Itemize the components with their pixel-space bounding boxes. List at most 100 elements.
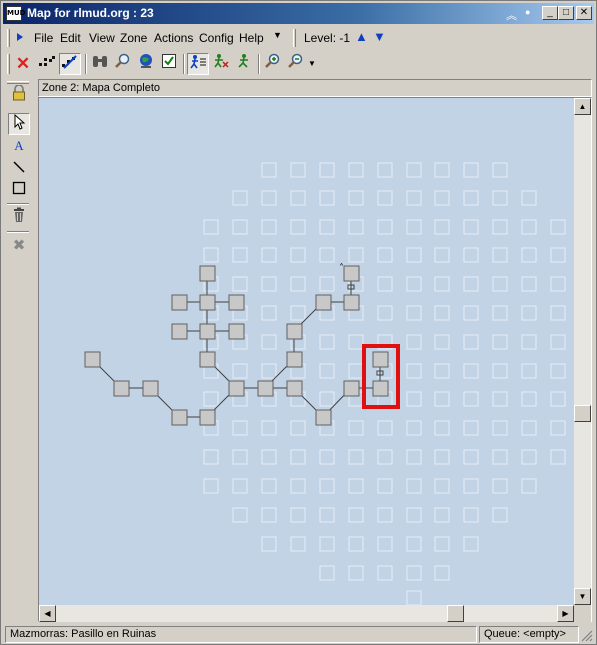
resize-grip-icon[interactable] [581, 630, 593, 642]
speedwalk-icon[interactable] [210, 53, 232, 75]
level-down-icon[interactable]: ▼ [373, 29, 386, 44]
map-room-v[interactable] [315, 409, 332, 426]
ghost-room [261, 162, 277, 178]
map-room-g[interactable] [228, 323, 245, 340]
ghost-room [319, 363, 335, 379]
pin-icon[interactable]: ● [525, 7, 530, 17]
check-icon[interactable] [158, 53, 180, 75]
level-grip[interactable] [293, 29, 296, 47]
trash-icon[interactable] [8, 207, 30, 229]
map-room-p[interactable] [199, 409, 216, 426]
ghost-room [348, 565, 364, 581]
level-up-icon[interactable]: ▲ [355, 29, 368, 44]
map-room-l[interactable] [228, 380, 245, 397]
play-icon[interactable] [17, 33, 23, 41]
map-room-u[interactable] [343, 265, 360, 282]
lock-icon[interactable] [8, 84, 30, 107]
ghost-room [348, 449, 364, 465]
runner-icon[interactable] [233, 53, 255, 75]
delete-icon[interactable]: ✕ [12, 53, 34, 75]
map-room-e[interactable] [171, 323, 188, 340]
scroll-left-arrow-icon[interactable]: ◀ [39, 605, 56, 622]
vertical-scroll-thumb[interactable] [574, 405, 591, 422]
menu-help[interactable]: Help [239, 31, 264, 45]
menu-actions[interactable]: Actions [154, 31, 193, 45]
text-tool-icon[interactable]: A [8, 135, 30, 157]
ghost-room [434, 276, 450, 292]
map-room-t[interactable] [343, 294, 360, 311]
ghost-room [434, 536, 450, 552]
ghost-room [290, 162, 306, 178]
title-bar[interactable]: MUD Map for rlmud.org : 23 ︽ ● _ □ ✕ [3, 3, 594, 24]
ghost-room [377, 276, 393, 292]
minimize-button[interactable]: _ [542, 6, 558, 20]
map-room-q[interactable] [286, 323, 303, 340]
map-canvas[interactable]: ˄ [39, 98, 574, 605]
map-room-a[interactable] [199, 265, 216, 282]
palette-grip[interactable] [7, 81, 29, 84]
map-room-d[interactable] [228, 294, 245, 311]
map-room-c[interactable] [199, 294, 216, 311]
close-button[interactable]: ✕ [576, 6, 592, 20]
map-room-n[interactable] [286, 380, 303, 397]
menu-edit[interactable]: Edit [60, 31, 81, 45]
map-room-k[interactable] [142, 380, 159, 397]
binoculars-icon[interactable] [89, 53, 111, 75]
rect-tool-icon[interactable] [8, 179, 30, 201]
ghost-room [434, 363, 450, 379]
walk-mode-icon[interactable] [187, 53, 209, 75]
scroll-right-arrow-icon[interactable]: ▶ [557, 605, 574, 622]
map-room-h[interactable] [84, 351, 101, 368]
map-room-j[interactable] [113, 380, 130, 397]
toolbar-grip[interactable] [7, 54, 10, 74]
map-room-m[interactable] [257, 380, 274, 397]
ghost-room [203, 247, 219, 263]
pointer-tool-icon[interactable] [8, 113, 30, 135]
menu-file[interactable]: File [34, 31, 53, 45]
ghost-room [261, 247, 277, 263]
ghost-room [377, 162, 393, 178]
menu-config[interactable]: Config [199, 31, 234, 45]
map-room-s[interactable] [315, 294, 332, 311]
cancel-icon[interactable]: ✖ [8, 235, 30, 257]
zoom-dropdown-chevron-icon[interactable]: ▼ [305, 53, 319, 75]
line-tool-icon[interactable] [8, 158, 30, 180]
ghost-room [434, 162, 450, 178]
map-svg[interactable]: ˄ [39, 98, 574, 605]
horizontal-scrollbar[interactable]: ◀ ▶ [39, 605, 574, 622]
map-room-b[interactable] [171, 294, 188, 311]
menu-view[interactable]: View [89, 31, 115, 45]
map-room-r[interactable] [286, 351, 303, 368]
mud-app-icon[interactable]: MUD [6, 6, 25, 21]
menu-overflow-chevron-icon[interactable]: ▼ [273, 30, 282, 40]
ghost-room [434, 219, 450, 235]
ghost-room [492, 247, 508, 263]
map-room-w[interactable] [343, 380, 360, 397]
map-room-f[interactable] [199, 323, 216, 340]
find-icon[interactable] [112, 53, 134, 75]
map-room-o[interactable] [171, 409, 188, 426]
ghost-room [261, 507, 277, 523]
ghost-room [521, 420, 537, 436]
map-room-i[interactable] [199, 351, 216, 368]
map-room-x[interactable] [372, 351, 389, 368]
zoom-out-icon[interactable] [285, 53, 307, 75]
horizontal-scroll-thumb[interactable] [447, 605, 464, 622]
map-room-y[interactable] [372, 380, 389, 397]
ghost-room [261, 536, 277, 552]
menubar-grip[interactable] [7, 29, 10, 47]
map-rooms-icon[interactable] [36, 53, 58, 75]
maximize-button[interactable]: □ [558, 6, 574, 20]
vertical-scrollbar[interactable]: ▲ ▼ [574, 98, 591, 605]
collapse-icon[interactable]: ︽ [506, 7, 517, 23]
auto-map-icon[interactable] [59, 53, 81, 75]
ghost-room [406, 190, 422, 206]
ghost-room [492, 391, 508, 407]
scroll-down-arrow-icon[interactable]: ▼ [574, 588, 591, 605]
globe-icon[interactable] [135, 53, 157, 75]
menu-zone[interactable]: Zone [120, 31, 147, 45]
ghost-room [377, 449, 393, 465]
scroll-up-arrow-icon[interactable]: ▲ [574, 98, 591, 115]
ghost-room [232, 219, 248, 235]
zoom-in-icon[interactable] [262, 53, 284, 75]
